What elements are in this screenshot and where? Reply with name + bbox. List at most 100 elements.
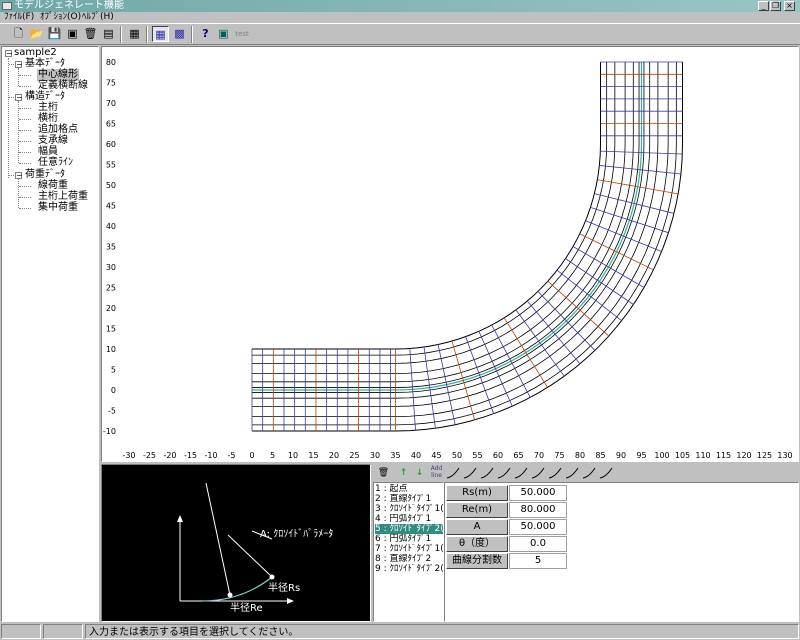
- help-button[interactable]: ?: [197, 26, 214, 42]
- y-tick-label: 70: [106, 99, 116, 108]
- segment-5-icon[interactable]: [514, 467, 528, 479]
- grid-alt-view-icon: ▩: [174, 27, 185, 40]
- x-tick-label: 80: [575, 451, 585, 460]
- param-rs-input[interactable]: 50.000: [509, 485, 567, 501]
- segment-3-icon[interactable]: [480, 467, 494, 479]
- segment-1-icon[interactable]: [446, 467, 460, 479]
- girder-line: [252, 62, 626, 374]
- x-tick-label: 95: [636, 451, 646, 460]
- plot-canvas[interactable]: 80757065605550454035302520151050-5-10-30…: [102, 47, 798, 461]
- y-tick-label: 60: [106, 140, 116, 149]
- curve-point-re: [227, 592, 233, 598]
- add-line-icon: Add line: [430, 465, 443, 479]
- new-file-button[interactable]: 🗋: [10, 26, 27, 42]
- segment-9-icon[interactable]: [582, 467, 596, 479]
- minimize-button[interactable]: _: [758, 1, 769, 11]
- param-label: θ（度）: [446, 536, 508, 552]
- girder-line: [252, 62, 601, 350]
- help-icon: ?: [202, 27, 209, 40]
- collapse-icon[interactable]: −: [15, 94, 23, 102]
- window-button[interactable]: ▣: [215, 26, 232, 42]
- param-re-input[interactable]: 80.000: [509, 502, 567, 518]
- list-item[interactable]: 1 : 起点: [375, 484, 443, 494]
- trash-icon: 🗑: [377, 468, 390, 478]
- y-tick-label: 0: [111, 386, 116, 395]
- segment-10-icon[interactable]: [599, 467, 613, 479]
- list-item[interactable]: 4 : 円弧ﾀｲﾌﾟ1: [375, 514, 443, 524]
- x-tick-label: 70: [534, 451, 544, 460]
- list-item[interactable]: 6 : 円弧ﾀｲﾌﾟ1: [375, 534, 443, 544]
- properties-button[interactable]: ▦: [126, 26, 143, 42]
- list-item[interactable]: 7 : ｸﾛｿｲﾄﾞﾀｲﾌﾟ1(C: [375, 544, 443, 554]
- tree-item-point-load[interactable]: 集中荷重: [38, 202, 78, 214]
- save-as-button[interactable]: ▣: [64, 26, 81, 42]
- param-label: 曲線分割数: [446, 553, 508, 569]
- param-theta-input[interactable]: 0.0: [509, 536, 567, 552]
- alignment-plot[interactable]: 80 75 70 65 60 55 50 45 40 35 30 25 20 15 10 5 0 -5 -10 -30…: [101, 46, 799, 462]
- list-item-selected[interactable]: 5 : ｸﾛｿｲﾄﾞﾀｲﾌﾟ2(C: [375, 524, 443, 534]
- collapse-icon[interactable]: −: [15, 61, 23, 69]
- grid-alt-view-button[interactable]: ▩: [171, 26, 188, 42]
- segment-8-icon[interactable]: [565, 467, 579, 479]
- segment-list[interactable]: 1 : 起点 2 : 直線ﾀｲﾌﾟ1 3 : ｸﾛｿｲﾄﾞﾀｲﾌﾟ1(I 4 :…: [373, 482, 444, 622]
- data-tree: − sample2 − 基本ﾃﾞｰﾀ 中心線形 定義横断線 − 構造ﾃﾞｰﾀ 主…: [1, 46, 99, 622]
- y-tick-label: 45: [106, 202, 116, 211]
- x-tick-label: -30: [122, 451, 135, 460]
- collapse-icon[interactable]: −: [15, 172, 23, 180]
- tree-connector: [19, 86, 31, 87]
- tree-connector: [19, 186, 31, 187]
- delete-button[interactable]: 🗑: [82, 26, 99, 42]
- open-button[interactable]: 📂: [28, 26, 45, 42]
- close-button[interactable]: ×: [784, 1, 795, 11]
- list-item[interactable]: 9 : ｸﾛｿｲﾄﾞﾀｲﾌﾟ2(C: [375, 564, 443, 574]
- x-tick-label: 45: [431, 451, 441, 460]
- toolbar-separator: [191, 26, 193, 43]
- list-item[interactable]: 8 : 直線ﾀｲﾌﾟ2: [375, 554, 443, 564]
- tree-connector: [19, 197, 31, 198]
- collapse-icon[interactable]: −: [5, 50, 13, 58]
- y-tick-label: 75: [106, 79, 116, 88]
- cross-beam-line: [515, 309, 565, 377]
- segment-4-icon[interactable]: [497, 467, 511, 479]
- x-tick-label: 75: [554, 451, 564, 460]
- status-bar: 入力または表示する項目を選択してください。: [0, 623, 800, 640]
- window-icon: ▣: [218, 27, 229, 40]
- girder-line: [252, 62, 683, 432]
- add-line-button[interactable]: Add line: [429, 465, 444, 481]
- menu-help[interactable]: ﾍﾙﾌﾟ(H): [82, 12, 114, 23]
- y-tick-label: 15: [106, 325, 116, 334]
- restore-button[interactable]: ❐: [770, 1, 781, 11]
- menu-options[interactable]: ｵﾌﾟｼｮﾝ(O): [40, 12, 81, 23]
- export-button[interactable]: ▤: [100, 26, 117, 42]
- save-button[interactable]: 💾: [46, 26, 63, 42]
- girder-line: [252, 62, 645, 393]
- param-a-input[interactable]: 50.000: [509, 519, 567, 535]
- tree-item-any-line[interactable]: 任意ﾗｲﾝ: [38, 157, 73, 169]
- segment-7-icon[interactable]: [548, 467, 562, 479]
- param-divisions-input[interactable]: 5: [509, 553, 567, 569]
- segment-delete-button[interactable]: 🗑: [376, 465, 391, 481]
- x-tick-label: -15: [184, 451, 197, 460]
- list-item[interactable]: 2 : 直線ﾀｲﾌﾟ1: [375, 494, 443, 504]
- status-message: 入力または表示する項目を選択してください。: [85, 624, 799, 639]
- segment-down-button[interactable]: ↓: [412, 465, 427, 481]
- grid-view-button[interactable]: ▦: [152, 26, 169, 42]
- segment-6-icon[interactable]: [531, 467, 545, 479]
- x-tick-label: -20: [163, 451, 176, 460]
- segment-up-button[interactable]: ↑: [396, 465, 411, 481]
- x-tick-label: 125: [757, 451, 772, 460]
- tree-connector: [19, 108, 31, 109]
- segment-type-icons[interactable]: [445, 465, 625, 481]
- list-item[interactable]: 3 : ｸﾛｿｲﾄﾞﾀｲﾌﾟ1(I: [375, 504, 443, 514]
- test-button[interactable]: test: [233, 26, 251, 42]
- param-label: Rs(m): [446, 485, 508, 501]
- x-tick-label: 65: [513, 451, 523, 460]
- y-tick-label: 50: [106, 181, 116, 190]
- trash-icon: 🗑: [83, 27, 98, 40]
- segment-2-icon[interactable]: [463, 467, 477, 479]
- menu-file[interactable]: ﾌｧｲﾙ(F): [4, 12, 34, 23]
- new-file-icon: 🗋: [14, 27, 23, 40]
- grid-view-icon: ▦: [155, 28, 166, 41]
- tree-connector: [19, 75, 31, 76]
- diagram-label-rs: 半径Rs: [268, 581, 300, 594]
